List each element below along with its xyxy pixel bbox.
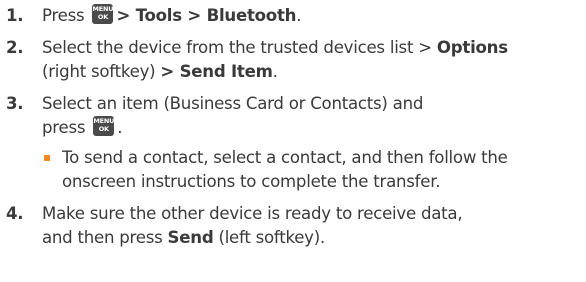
send-item-label: > Send Item <box>160 62 273 81</box>
step-text: Select the device from the trusted devic… <box>42 38 437 57</box>
menu-key-label: MENU <box>93 117 115 125</box>
step-number: 4. <box>6 204 24 223</box>
step-text: . <box>296 6 302 25</box>
step-4: 4. Make sure the other device is ready t… <box>6 202 586 250</box>
step-number: 1. <box>6 6 24 25</box>
instruction-page: 1. Press MENU OK > Tools > Bluetooth. 2. S… <box>0 0 586 282</box>
step-number: 2. <box>6 38 24 57</box>
step-number: 3. <box>6 94 24 113</box>
step-3: 3. Select an item (Business Card or Cont… <box>6 92 586 194</box>
sub-item: To send a contact, select a contact, and… <box>42 146 586 194</box>
step-text: and then press <box>42 228 168 247</box>
send-label: Send <box>167 228 214 247</box>
step-text: Select an item (Business Card or Contact… <box>42 94 424 113</box>
step-2: 2. Select the device from the trusted de… <box>6 36 586 84</box>
menu-path: > Tools > Bluetooth <box>116 6 297 25</box>
menu-key-label: MENU <box>92 5 114 13</box>
sub-item-text: To send a contact, select a contact, and… <box>62 148 508 191</box>
steps-list: 1. Press MENU OK > Tools > Bluetooth. 2. S… <box>6 4 586 250</box>
menu-ok-key-icon: MENU OK <box>93 116 114 136</box>
ok-key-label: OK <box>98 125 109 133</box>
step-text: press <box>42 118 86 137</box>
step-text: . <box>117 118 123 137</box>
menu-ok-key-icon: MENU OK <box>92 4 114 24</box>
sub-list: To send a contact, select a contact, and… <box>42 146 586 194</box>
options-label: Options <box>436 38 508 57</box>
step-text: (right softkey) <box>42 62 161 81</box>
step-1: 1. Press MENU OK > Tools > Bluetooth. <box>6 4 586 28</box>
step-text: . <box>272 62 278 81</box>
bullet-icon <box>44 155 50 161</box>
step-text: Make sure the other device is ready to r… <box>42 204 463 223</box>
step-text: (left softkey). <box>213 228 326 247</box>
ok-key-label: OK <box>97 13 108 21</box>
step-text: Press <box>42 6 85 25</box>
